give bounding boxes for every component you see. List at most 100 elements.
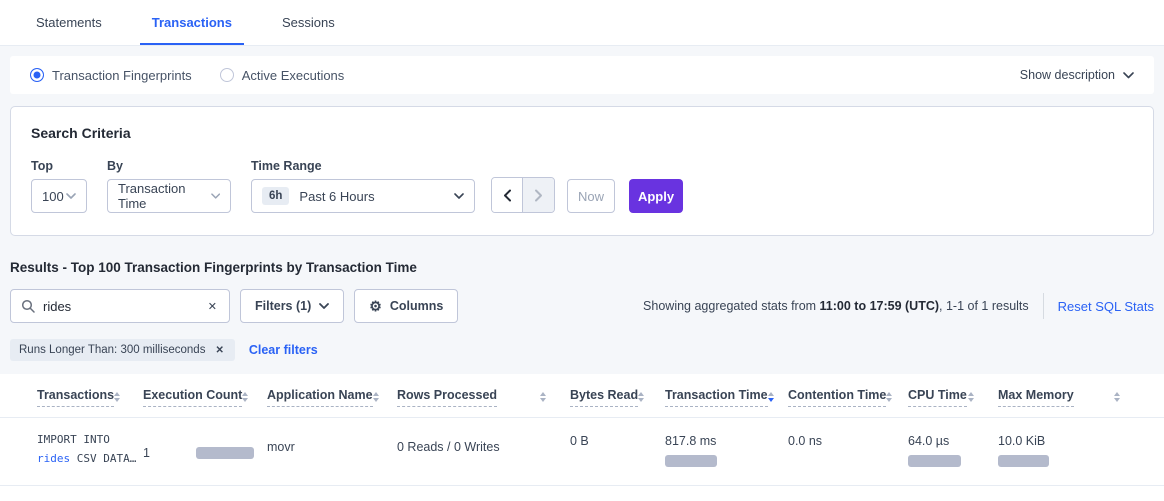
execution-count-cell: 1 <box>143 418 268 485</box>
transaction-link[interactable]: rides <box>37 452 70 465</box>
column-header-contention-time: Contention Time <box>788 374 908 417</box>
column-header-application-name: Application Name <box>267 374 397 417</box>
time-range-label: Time Range <box>251 159 491 173</box>
transaction-time-value: 817.8 ms <box>665 434 774 448</box>
sort-icon[interactable] <box>1114 388 1120 402</box>
column-header-label[interactable]: Contention Time <box>788 388 886 407</box>
column-header-transactions: Transactions <box>37 374 143 417</box>
radio-active-executions[interactable]: Active Executions <box>220 68 345 83</box>
results-heading: Results - Top 100 Transaction Fingerprin… <box>10 260 1154 275</box>
transaction-time-cell: 817.8 ms <box>665 418 788 485</box>
divider <box>1043 293 1044 319</box>
column-header-cpu-time: CPU Time <box>908 374 998 417</box>
sort-icon[interactable] <box>540 388 546 402</box>
column-header-label[interactable]: Bytes Read <box>570 388 638 407</box>
filters-button-label: Filters (1) <box>255 299 311 313</box>
chevron-right-icon <box>534 189 543 202</box>
time-range-value: Past 6 Hours <box>299 189 374 204</box>
bytes-read-cell: 0 B <box>570 418 665 485</box>
column-header-max-memory: Max Memory <box>998 374 1144 417</box>
cpu-time-cell: 64.0 µs <box>908 418 998 485</box>
columns-button[interactable]: ⚙ Columns <box>354 289 458 323</box>
search-box: ✕ <box>10 289 230 323</box>
by-field: By Transaction Time <box>107 159 251 213</box>
max-memory-bar <box>998 455 1049 467</box>
transaction-statement-line1: IMPORT INTO <box>37 430 129 449</box>
max-memory-cell: 10.0 KiB <box>998 418 1144 485</box>
column-header-label[interactable]: Max Memory <box>998 388 1074 407</box>
rows-processed-cell: 0 Reads / 0 Writes <box>397 418 570 485</box>
sort-icon[interactable] <box>638 388 644 402</box>
stats-area: Showing aggregated stats from 11:00 to 1… <box>643 293 1154 319</box>
sort-icon[interactable] <box>968 388 974 402</box>
max-memory-value: 10.0 KiB <box>998 434 1130 448</box>
results-table: Transactions Execution Count Application… <box>0 374 1164 501</box>
column-header-label[interactable]: Execution Count <box>143 388 242 407</box>
table-row: IMPORT INTO rides CSV DATA… 1 movr 0 Rea… <box>0 418 1164 486</box>
sort-icon[interactable] <box>114 388 120 402</box>
time-range-field: Time Range 6h Past 6 Hours <box>251 159 491 213</box>
search-input[interactable] <box>43 299 206 314</box>
radio-selected-icon <box>30 68 44 82</box>
radio-transaction-fingerprints[interactable]: Transaction Fingerprints <box>30 68 192 83</box>
table-header-row: Transactions Execution Count Application… <box>0 374 1164 418</box>
aggregated-stats-text: Showing aggregated stats from 11:00 to 1… <box>643 299 1029 313</box>
execution-count-bar <box>196 447 254 459</box>
tab-statements[interactable]: Statements <box>24 1 114 45</box>
sort-icon[interactable] <box>373 388 379 402</box>
reset-sql-stats-link[interactable]: Reset SQL Stats <box>1058 299 1154 314</box>
column-header-execution-count: Execution Count <box>143 374 267 417</box>
top-select[interactable]: 100 <box>31 179 87 213</box>
filters-button[interactable]: Filters (1) <box>240 289 344 323</box>
chevron-down-icon <box>319 303 329 309</box>
tab-transactions[interactable]: Transactions <box>140 1 244 45</box>
column-header-label[interactable]: CPU Time <box>908 388 967 407</box>
show-description-label: Show description <box>1020 68 1115 82</box>
next-time-range-button[interactable] <box>523 178 554 212</box>
by-select[interactable]: Transaction Time <box>107 179 231 213</box>
radio-active-executions-label: Active Executions <box>242 68 345 83</box>
column-header-label[interactable]: Rows Processed <box>397 388 497 407</box>
top-select-value: 100 <box>42 189 64 204</box>
view-toggle-bar: Transaction Fingerprints Active Executio… <box>10 56 1154 94</box>
column-header-label[interactable]: Application Name <box>267 388 373 407</box>
search-criteria-card: Search Criteria Top 100 By Transaction T… <box>10 106 1154 236</box>
execution-count-value: 1 <box>143 446 150 460</box>
by-select-value: Transaction Time <box>118 181 211 211</box>
sort-desc-icon[interactable] <box>768 388 774 402</box>
top-label: Top <box>31 159 107 173</box>
sort-icon[interactable] <box>242 388 248 402</box>
chevron-down-icon <box>454 193 464 199</box>
apply-button[interactable]: Apply <box>629 179 683 213</box>
transactions-page: Statements Transactions Sessions Transac… <box>0 0 1164 501</box>
top-field: Top 100 <box>31 159 107 213</box>
search-criteria-title: Search Criteria <box>31 125 1133 141</box>
transaction-fingerprint-cell[interactable]: IMPORT INTO rides CSV DATA… <box>37 418 143 485</box>
previous-time-range-button[interactable] <box>492 178 523 212</box>
column-header-label[interactable]: Transactions <box>37 388 114 407</box>
cpu-time-bar <box>908 455 961 467</box>
column-header-bytes-read: Bytes Read <box>570 374 665 417</box>
column-header-label[interactable]: Transaction Time <box>665 388 768 407</box>
clear-filters-link[interactable]: Clear filters <box>249 343 318 357</box>
search-icon <box>21 299 35 313</box>
time-range-select[interactable]: 6h Past 6 Hours <box>251 179 475 213</box>
tab-sessions[interactable]: Sessions <box>270 1 347 45</box>
clear-search-icon[interactable]: ✕ <box>206 298 219 315</box>
column-header-rows-processed: Rows Processed <box>397 374 570 417</box>
sort-icon[interactable] <box>886 388 892 402</box>
gear-icon: ⚙ <box>369 299 382 313</box>
view-radio-group: Transaction Fingerprints Active Executio… <box>30 68 344 83</box>
remove-filter-icon[interactable]: ✕ <box>213 343 225 358</box>
chevron-left-icon <box>503 189 512 202</box>
filter-pill: Runs Longer Than: 300 milliseconds ✕ <box>10 339 235 361</box>
filter-pill-label: Runs Longer Than: 300 milliseconds <box>19 344 205 356</box>
radio-transaction-fingerprints-label: Transaction Fingerprints <box>52 68 192 83</box>
now-button[interactable]: Now <box>567 179 615 213</box>
page-tabs: Statements Transactions Sessions <box>0 0 1164 46</box>
radio-unselected-icon <box>220 68 234 82</box>
columns-button-label: Columns <box>390 299 443 313</box>
show-description-toggle[interactable]: Show description <box>1020 68 1134 82</box>
cpu-time-value: 64.0 µs <box>908 434 984 448</box>
time-range-badge: 6h <box>262 187 289 205</box>
